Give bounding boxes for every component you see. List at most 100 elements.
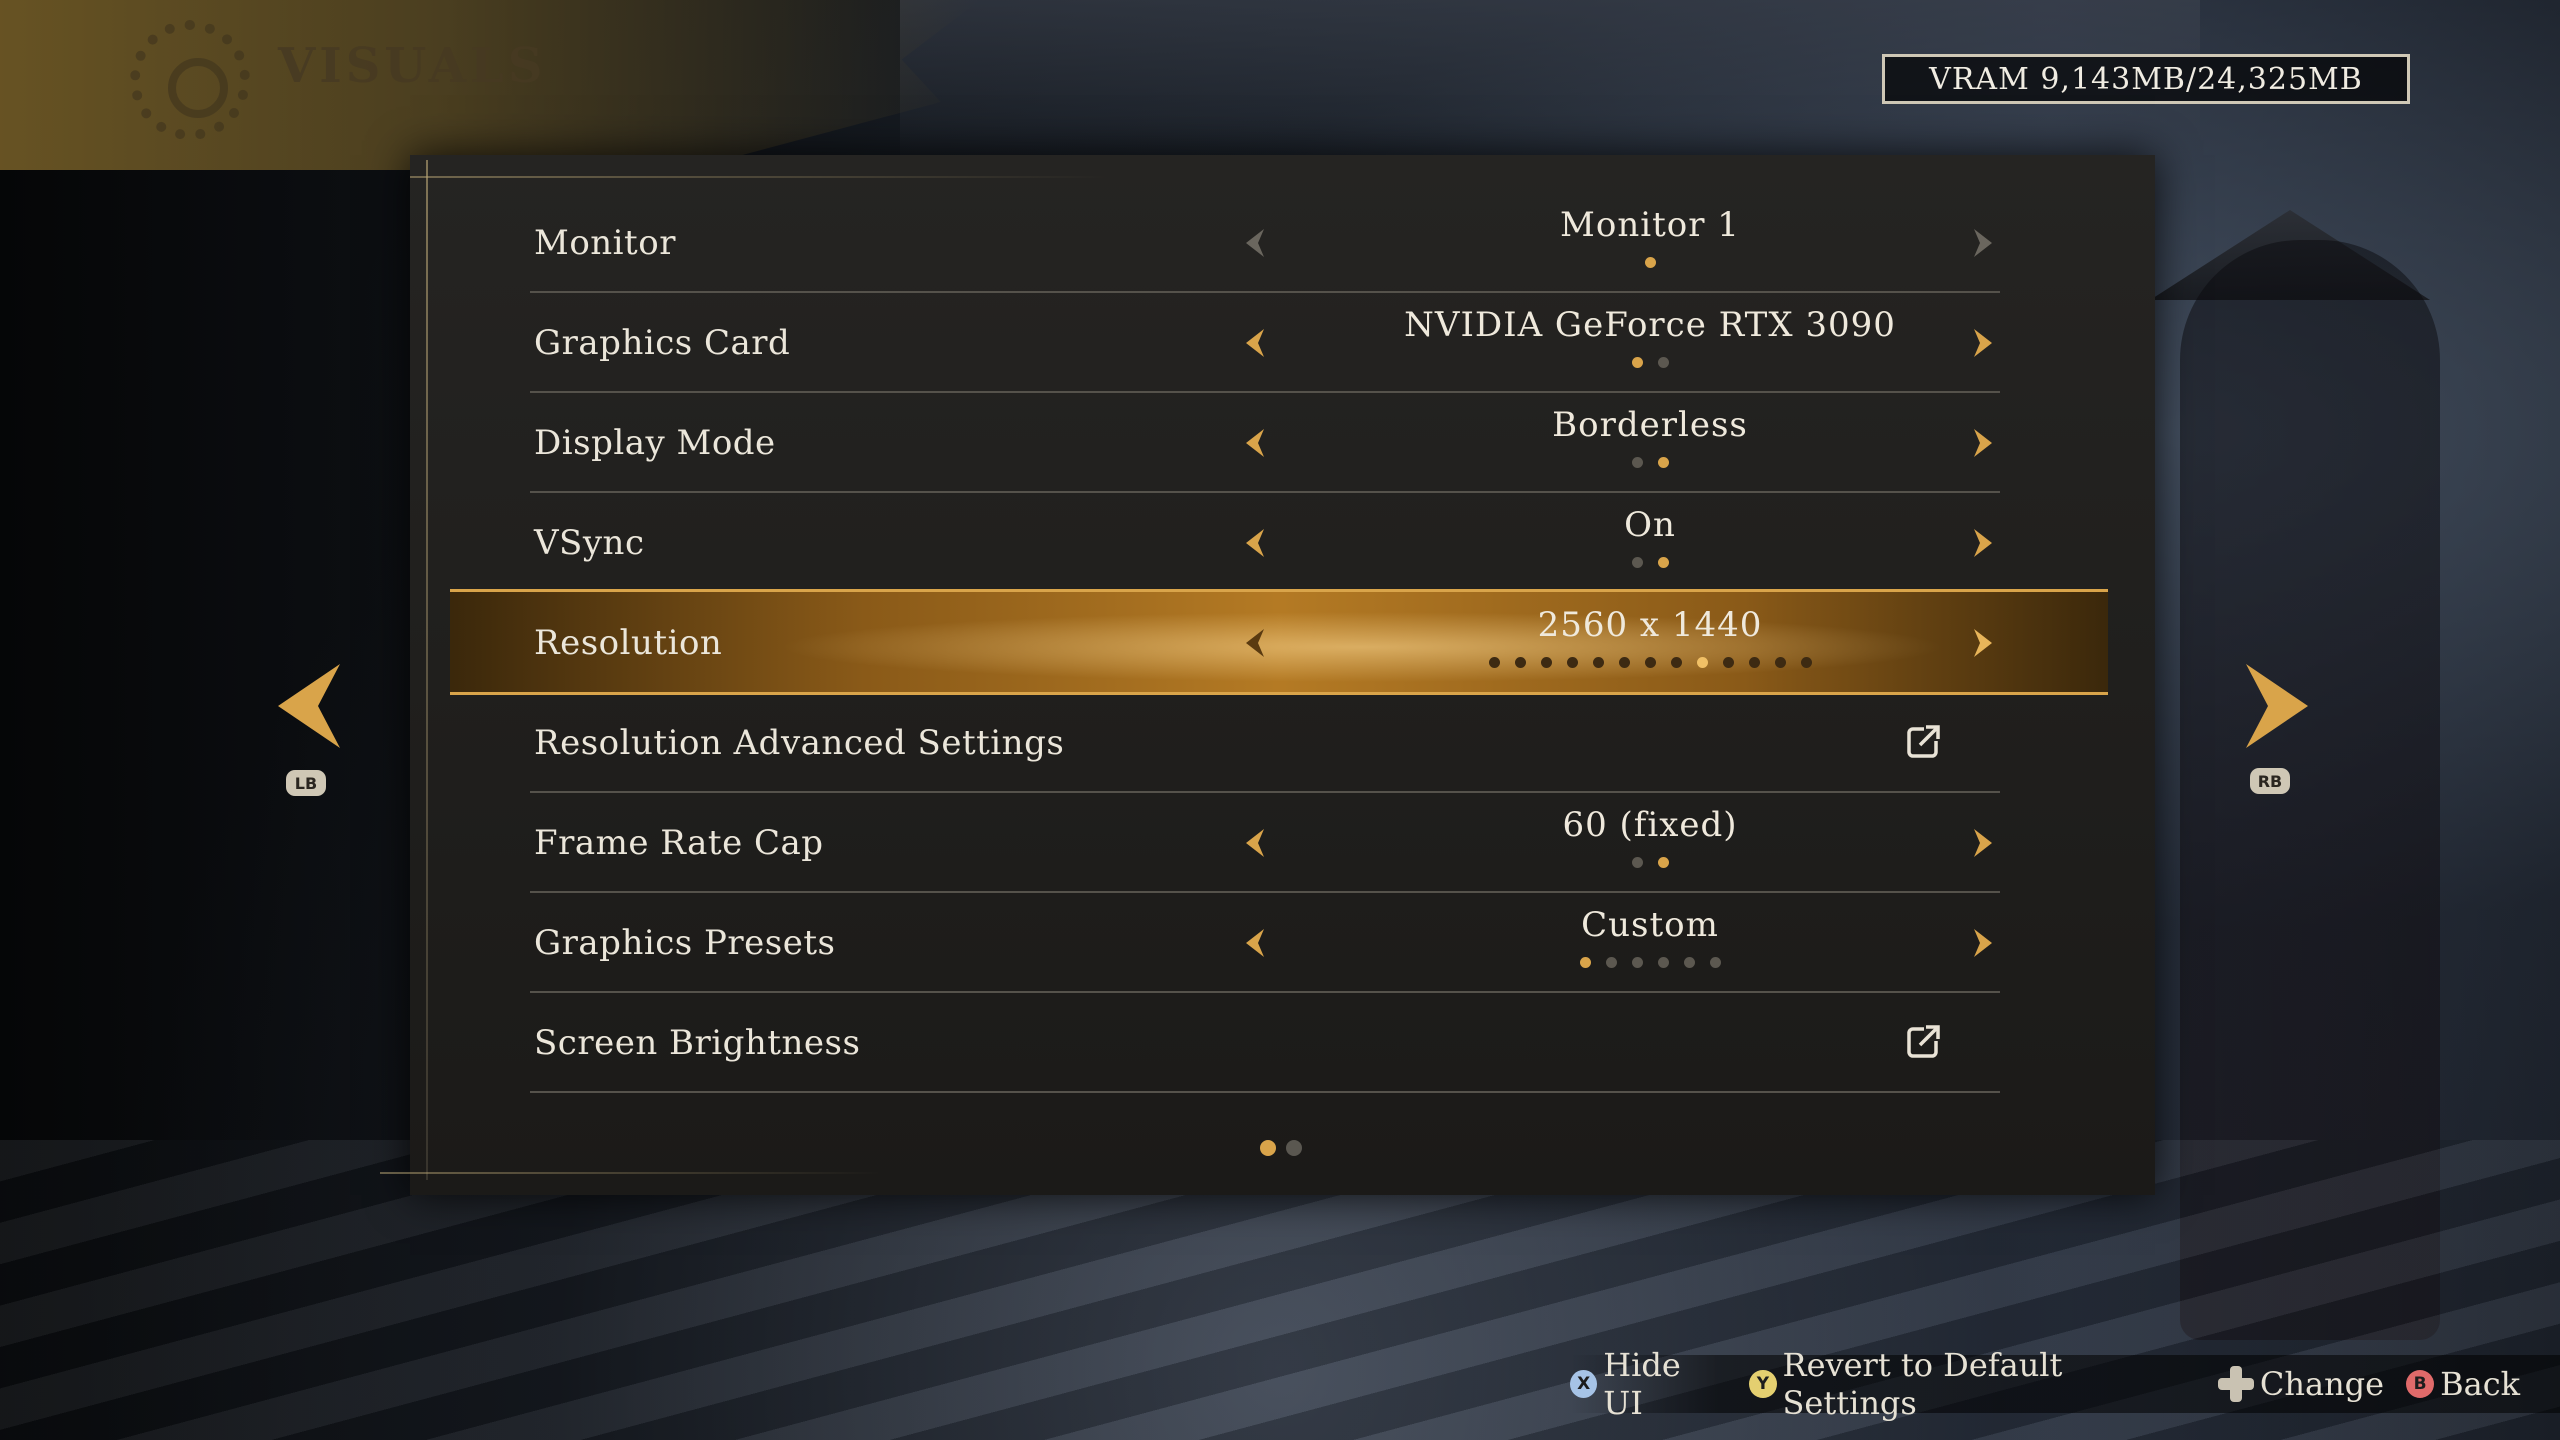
x-button-icon: X (1570, 1370, 1598, 1398)
gear-icon (130, 20, 250, 140)
setting-label: Graphics Card (534, 323, 791, 363)
hint-change[interactable]: Change (2217, 1365, 2384, 1403)
next-option-button[interactable] (1962, 625, 1998, 661)
hint-label: Hide UI (1603, 1346, 1681, 1422)
open-external-icon[interactable] (1906, 723, 1942, 759)
setting-row-graphics-card[interactable]: Graphics Card NVIDIA GeForce RTX 3090 (530, 293, 2000, 393)
setting-value: 60 (fixed) (1562, 805, 1738, 845)
option-dot (1631, 457, 1643, 468)
hint-revert-to-default-settings[interactable]: Y Revert to Default Settings (1749, 1346, 2196, 1422)
setting-value: Borderless (1552, 405, 1748, 445)
option-dot (1488, 657, 1500, 668)
option-dot (1631, 557, 1643, 568)
option-indicator (1330, 257, 1970, 268)
setting-value: Monitor 1 (1560, 205, 1740, 245)
chevron-left-icon (1246, 229, 1264, 257)
next-option-button[interactable] (1962, 525, 1998, 561)
setting-label: Resolution Advanced Settings (534, 723, 1065, 763)
rb-button-badge: RB (2250, 768, 2290, 794)
hint-hide-ui[interactable]: X Hide UI (1570, 1346, 1727, 1422)
open-external-icon (1907, 725, 1940, 758)
panel-border-bottom (380, 1172, 880, 1174)
next-option-button[interactable] (1962, 825, 1998, 861)
previous-option-button[interactable] (1240, 925, 1276, 961)
option-dot (1683, 957, 1695, 968)
chevron-left-icon (1246, 529, 1264, 557)
option-dot (1514, 657, 1526, 668)
setting-row-monitor[interactable]: Monitor Monitor 1 (530, 193, 2000, 293)
page-indicator (1260, 1140, 1302, 1156)
setting-row-frame-rate-cap[interactable]: Frame Rate Cap 60 (fixed) (530, 793, 2000, 893)
previous-option-button[interactable] (1240, 225, 1276, 261)
page-title: VISUALS (278, 38, 547, 94)
chevron-right-icon (1974, 829, 1992, 857)
next-option-button[interactable] (1962, 925, 1998, 961)
next-option-button[interactable] (1962, 425, 1998, 461)
b-button-icon: B (2406, 1370, 2435, 1398)
next-option-button[interactable] (1962, 225, 1998, 261)
option-dot (1800, 657, 1812, 668)
page-dot[interactable] (1260, 1140, 1276, 1156)
option-dot (1566, 657, 1578, 668)
chevron-left-icon (1246, 829, 1264, 857)
setting-label: Screen Brightness (534, 1023, 861, 1063)
option-dot (1670, 657, 1682, 668)
option-dot (1722, 657, 1734, 668)
option-dot (1592, 657, 1604, 668)
chevron-right-icon (1974, 629, 1992, 657)
option-indicator (1330, 857, 1970, 868)
setting-label: Resolution (534, 623, 723, 663)
setting-row-screen-brightness[interactable]: Screen Brightness (530, 993, 2000, 1093)
setting-row-resolution-advanced-settings[interactable]: Resolution Advanced Settings (530, 693, 2000, 793)
previous-option-button[interactable] (1240, 425, 1276, 461)
setting-label: Frame Rate Cap (534, 823, 824, 863)
previous-option-button[interactable] (1240, 325, 1276, 361)
next-option-button[interactable] (1962, 325, 1998, 361)
lb-button-badge: LB (286, 770, 326, 796)
y-button-icon: Y (1749, 1370, 1777, 1398)
option-dot (1605, 957, 1617, 968)
setting-label: VSync (534, 523, 645, 563)
option-dot (1631, 357, 1643, 368)
hint-label: Revert to Default Settings (1782, 1346, 2063, 1422)
chevron-right-icon (1974, 929, 1992, 957)
chevron-right-icon (2246, 664, 2308, 748)
chevron-left-icon (1246, 929, 1264, 957)
setting-label: Graphics Presets (534, 923, 836, 963)
setting-row-resolution[interactable]: Resolution 2560 x 1440 (450, 589, 2108, 695)
option-indicator (1330, 357, 1970, 368)
chevron-left-icon (278, 664, 340, 748)
setting-value: Custom (1581, 905, 1719, 945)
previous-option-button[interactable] (1240, 825, 1276, 861)
option-indicator (1330, 457, 1970, 468)
option-dot (1644, 657, 1656, 668)
setting-label: Monitor (534, 223, 676, 263)
page-dot[interactable] (1286, 1140, 1302, 1156)
hint-back[interactable]: B Back (2406, 1365, 2520, 1403)
open-external-icon[interactable] (1906, 1023, 1942, 1059)
setting-row-vsync[interactable]: VSync On (530, 493, 2000, 593)
previous-option-button[interactable] (1240, 625, 1276, 661)
option-dot (1579, 957, 1591, 968)
option-indicator (1330, 657, 1970, 668)
hint-label: Back (2440, 1365, 2520, 1403)
previous-option-button[interactable] (1240, 525, 1276, 561)
previous-category-button[interactable] (270, 656, 350, 756)
option-dot (1657, 557, 1669, 568)
option-dot (1631, 957, 1643, 968)
chevron-right-icon (1974, 429, 1992, 457)
vram-indicator: VRAM 9,143MB/24,325MB (1882, 54, 2410, 104)
option-dot (1540, 657, 1552, 668)
button-hints-bar: X Hide UI Y Revert to Default Settings Chang… (1570, 1346, 2560, 1422)
chevron-right-icon (1974, 529, 1992, 557)
next-category-button[interactable] (2236, 656, 2316, 756)
setting-row-graphics-presets[interactable]: Graphics Presets Custom (530, 893, 2000, 993)
panel-border-top (410, 176, 1110, 178)
option-dot (1657, 957, 1669, 968)
option-dot (1657, 857, 1669, 868)
setting-value: On (1624, 505, 1676, 545)
setting-row-display-mode[interactable]: Display Mode Borderless (530, 393, 2000, 493)
option-dot (1657, 457, 1669, 468)
chevron-left-icon (1246, 329, 1264, 357)
option-indicator (1330, 557, 1970, 568)
